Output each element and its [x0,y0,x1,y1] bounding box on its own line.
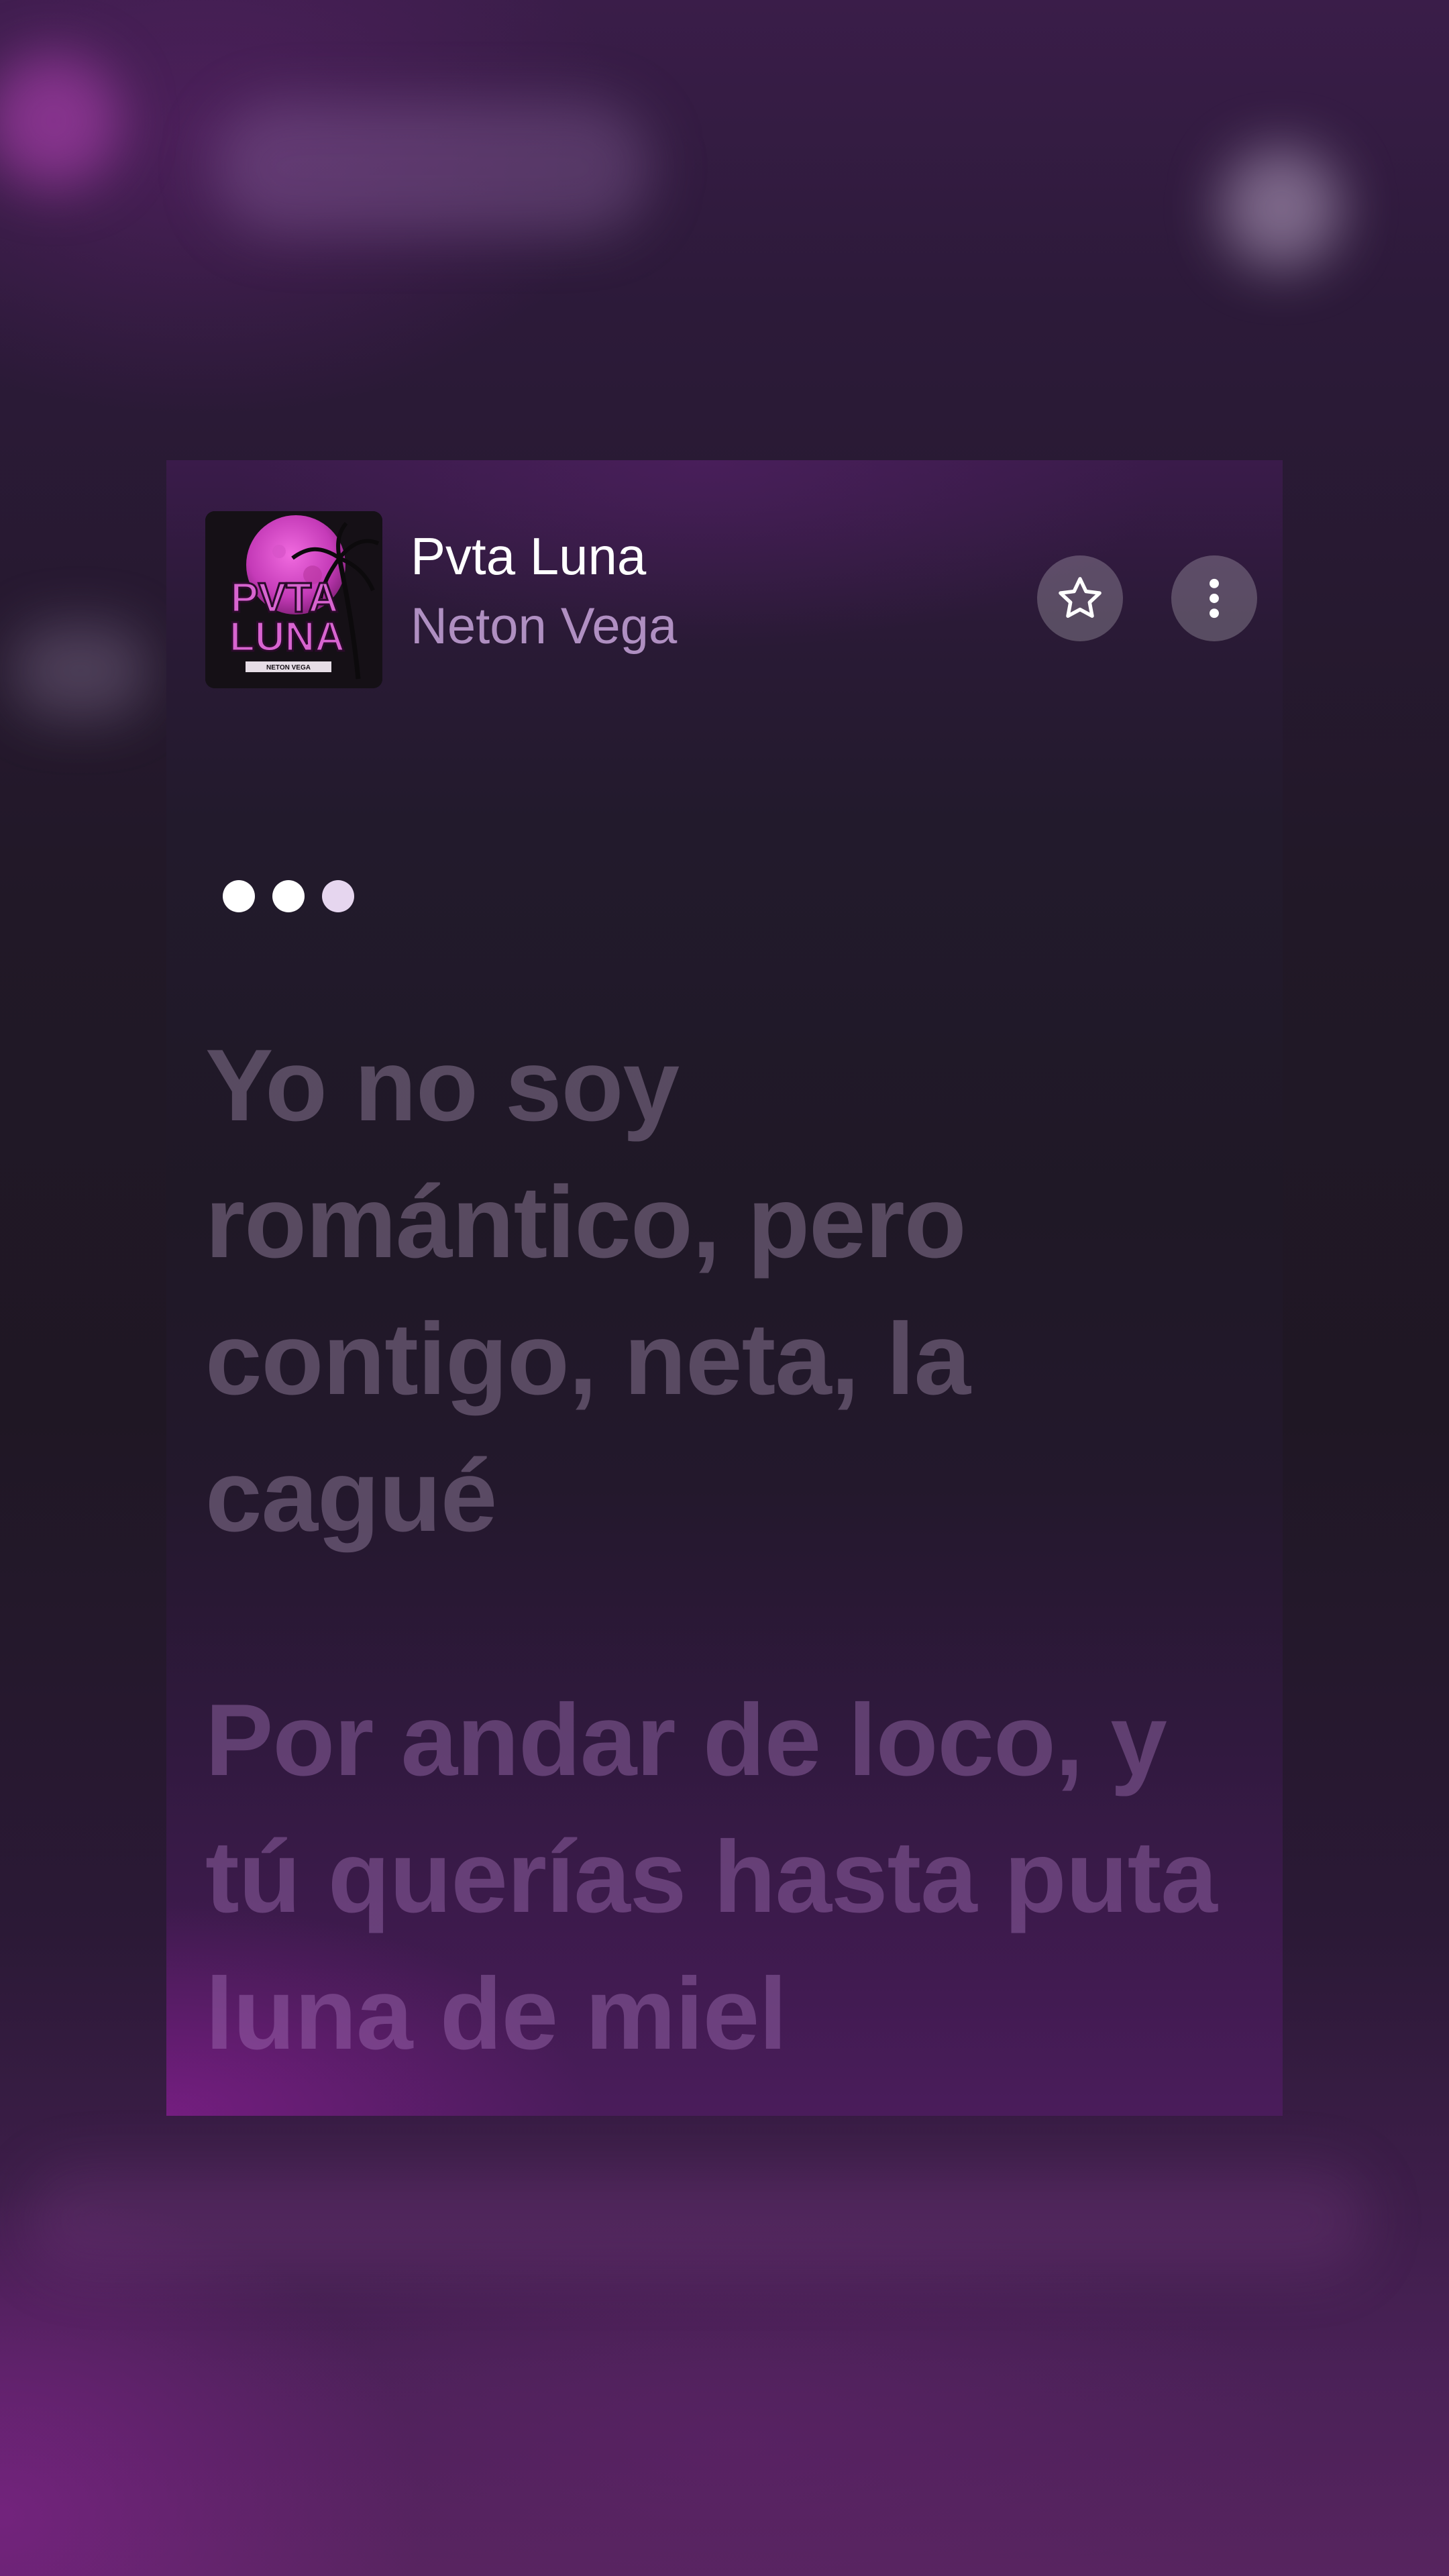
background-blur-shape [1221,148,1342,268]
screen: PVTA LUNA NETON VEGA Pvta Luna Neton Veg… [0,0,1449,2576]
more-options-button[interactable] [1171,555,1257,641]
lyric-line[interactable]: Yo no soy romántico, pero contigo, neta,… [205,1017,1158,1564]
background-blur-shape [0,54,121,188]
background-blur-shape [13,624,148,718]
indicator-dot [223,880,255,912]
indicator-dot [272,880,305,912]
instrumental-indicator [223,879,354,914]
star-icon [1059,577,1102,618]
track-artist[interactable]: Neton Vega [411,601,677,652]
background-blur-shape [27,2167,1368,2274]
background-blur-shape [215,101,651,235]
track-title: Pvta Luna [411,527,647,586]
vertical-ellipsis-icon [1210,578,1219,619]
artwork-text-line-2: LUNA [229,614,345,660]
album-artwork[interactable]: PVTA LUNA NETON VEGA [205,511,382,688]
lyric-line[interactable]: Por andar de loco, y tú querías hasta pu… [205,1672,1279,2082]
indicator-dot [322,880,354,912]
lyrics-panel: PVTA LUNA NETON VEGA Pvta Luna Neton Veg… [166,460,1283,2116]
album-artwork-image: PVTA LUNA NETON VEGA [205,511,382,688]
artwork-subtitle: NETON VEGA [266,664,311,672]
favorite-button[interactable] [1037,555,1123,641]
now-playing-header: PVTA LUNA NETON VEGA Pvta Luna Neton Veg… [166,460,1283,702]
